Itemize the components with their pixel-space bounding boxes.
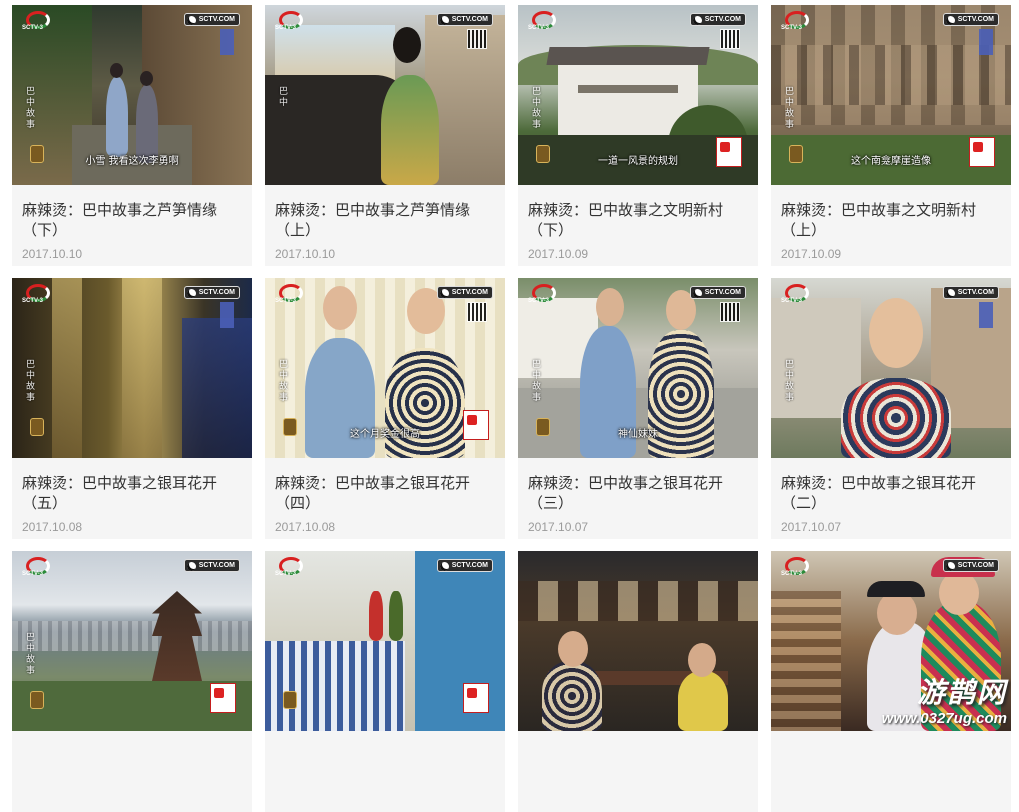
video-thumbnail[interactable]: SCTV-3 SCTV.COM 巴中故事 这个南龛摩崖造像 bbox=[771, 5, 1011, 185]
video-title[interactable]: 麻辣烫：巴中故事之文明新村（下） bbox=[528, 200, 748, 240]
channel-vertical-text: 巴中故事 bbox=[26, 87, 36, 130]
video-title[interactable]: 麻辣烫：巴中故事之银耳花开（二） bbox=[781, 473, 1001, 513]
promo-badge bbox=[210, 683, 236, 713]
sctv-logo: SCTV.COM bbox=[689, 286, 746, 299]
seal-icon bbox=[283, 691, 297, 709]
video-title[interactable]: 麻辣烫：巴中故事之芦笋情缘（下） bbox=[22, 200, 242, 240]
sctv-logo: SCTV.COM bbox=[942, 286, 999, 299]
qr-code-icon bbox=[720, 302, 740, 322]
sctv-logo: SCTV.COM bbox=[436, 13, 493, 26]
channel-vertical-text: 巴中故事 bbox=[532, 87, 542, 130]
video-date: 2017.10.09 bbox=[781, 247, 842, 261]
video-card[interactable]: SCTV-3 SCTV.COM bbox=[265, 551, 505, 812]
video-date: 2017.10.07 bbox=[528, 520, 589, 534]
sctv-logo: SCTV.COM bbox=[436, 286, 493, 299]
side-tag bbox=[220, 29, 234, 55]
side-tag bbox=[979, 302, 993, 328]
video-subtitle: 一道一风景的规划 bbox=[598, 156, 678, 167]
video-thumbnail[interactable]: SCTV-3 SCTV.COM 巴中故事 bbox=[12, 551, 252, 731]
side-tag bbox=[979, 29, 993, 55]
channel-logo: SCTV-3 bbox=[20, 557, 54, 581]
channel-logo: SCTV-3 bbox=[526, 11, 560, 35]
channel-logo: SCTV-3 bbox=[20, 284, 54, 308]
qr-code-icon bbox=[720, 29, 740, 49]
channel-logo: SCTV-3 bbox=[20, 11, 54, 35]
video-subtitle: 这个南龛摩崖造像 bbox=[851, 156, 931, 167]
channel-vertical-text: 巴中故事 bbox=[26, 360, 36, 403]
sctv-logo: SCTV.COM bbox=[689, 13, 746, 26]
video-card[interactable]: SCTV-3 SCTV.COM 巴中故事 bbox=[12, 551, 252, 812]
video-date: 2017.10.10 bbox=[22, 247, 83, 261]
video-thumbnail[interactable]: SCTV-3 SCTV.COM bbox=[265, 551, 505, 731]
seal-icon bbox=[30, 418, 44, 436]
channel-logo: SCTV-3 bbox=[526, 284, 560, 308]
video-thumbnail[interactable]: SCTV-3 SCTV.COM 巴中故事 小雪 我看这次李勇啊 bbox=[12, 5, 252, 185]
video-thumbnail[interactable]: SCTV-3 SCTV.COM 巴中故事 bbox=[771, 278, 1011, 458]
video-card[interactable]: SCTV-3 SCTV.COM 巴中 麻辣烫：巴中故事之芦笋情缘（上） 2017… bbox=[265, 5, 505, 266]
channel-logo: SCTV-3 bbox=[273, 11, 307, 35]
channel-logo: SCTV-3 bbox=[779, 557, 813, 581]
sctv-logo: SCTV.COM bbox=[942, 559, 999, 572]
channel-logo: SCTV-3 bbox=[779, 284, 813, 308]
channel-vertical-text: 巴中故事 bbox=[785, 360, 795, 403]
video-grid: SCTV-3 SCTV.COM 巴中故事 小雪 我看这次李勇啊 麻辣烫：巴中故事… bbox=[12, 5, 1012, 812]
video-card[interactable]: SCTV-3 SCTV.COM 巴中故事 小雪 我看这次李勇啊 麻辣烫：巴中故事… bbox=[12, 5, 252, 266]
qr-code-icon bbox=[467, 29, 487, 49]
video-date: 2017.10.10 bbox=[275, 247, 336, 261]
sctv-logo: SCTV.COM bbox=[942, 13, 999, 26]
video-title[interactable]: 麻辣烫：巴中故事之芦笋情缘（上） bbox=[275, 200, 495, 240]
video-thumbnail[interactable]: SCTV-3 SCTV.COM 巴中故事 一道一风景的规划 bbox=[518, 5, 758, 185]
channel-logo: SCTV-3 bbox=[779, 11, 813, 35]
sctv-logo: SCTV.COM bbox=[183, 13, 240, 26]
video-subtitle: 这个月奖金很高 bbox=[350, 429, 420, 440]
video-card[interactable]: SCTV-3 SCTV.COM 巴中故事 麻辣烫：巴中故事之银耳花开（二） 20… bbox=[771, 278, 1011, 539]
video-card[interactable]: SCTV-3 SCTV.COM 巴中故事 这个南龛摩崖造像 麻辣烫：巴中故事之文… bbox=[771, 5, 1011, 266]
video-subtitle: 小雪 我看这次李勇啊 bbox=[85, 156, 179, 167]
video-date: 2017.10.07 bbox=[781, 520, 842, 534]
video-card[interactable]: SCTV-3 SCTV.COM 巴中故事 麻辣烫：巴中故事之银耳花开（五） 20… bbox=[12, 278, 252, 539]
video-thumbnail[interactable]: SCTV-3 SCTV.COM 巴中故事 神仙妹妹 bbox=[518, 278, 758, 458]
sctv-logo: SCTV.COM bbox=[183, 559, 240, 572]
video-thumbnail[interactable]: SCTV-3 SCTV.COM 巴中故事 这个月奖金很高 bbox=[265, 278, 505, 458]
sctv-logo: SCTV.COM bbox=[183, 286, 240, 299]
channel-vertical-text: 巴中故事 bbox=[26, 633, 36, 676]
video-date: 2017.10.08 bbox=[275, 520, 336, 534]
video-card[interactable]: SCTV-3 SCTV.COM 游鹊网 www.0327ug.com bbox=[771, 551, 1011, 812]
video-title[interactable]: 麻辣烫：巴中故事之银耳花开（三） bbox=[528, 473, 748, 513]
video-thumbnail[interactable]: SCTV-3 SCTV.COM 巴中 bbox=[265, 5, 505, 185]
channel-vertical-text: 巴中故事 bbox=[785, 87, 795, 130]
video-subtitle: 神仙妹妹 bbox=[618, 429, 658, 440]
video-title[interactable]: 麻辣烫：巴中故事之银耳花开（四） bbox=[275, 473, 495, 513]
video-thumbnail[interactable]: SCTV-3 SCTV.COM 巴中故事 bbox=[12, 278, 252, 458]
side-tag bbox=[220, 302, 234, 328]
video-thumbnail[interactable] bbox=[518, 551, 758, 731]
video-title[interactable]: 麻辣烫：巴中故事之银耳花开（五） bbox=[22, 473, 242, 513]
channel-vertical-text: 巴中故事 bbox=[279, 360, 289, 403]
promo-badge bbox=[463, 683, 489, 713]
qr-code-icon bbox=[467, 302, 487, 322]
video-card[interactable]: SCTV-3 SCTV.COM 巴中故事 神仙妹妹 麻辣烫：巴中故事之银耳花开（… bbox=[518, 278, 758, 539]
video-card[interactable]: SCTV-3 SCTV.COM 巴中故事 一道一风景的规划 麻辣烫：巴中故事之文… bbox=[518, 5, 758, 266]
video-card[interactable]: SCTV-3 SCTV.COM 巴中故事 这个月奖金很高 麻辣烫：巴中故事之银耳… bbox=[265, 278, 505, 539]
video-date: 2017.10.09 bbox=[528, 247, 589, 261]
video-title[interactable]: 麻辣烫：巴中故事之文明新村（上） bbox=[781, 200, 1001, 240]
video-date: 2017.10.08 bbox=[22, 520, 83, 534]
seal-icon bbox=[30, 691, 44, 709]
channel-logo: SCTV-3 bbox=[273, 557, 307, 581]
sctv-logo: SCTV.COM bbox=[436, 559, 493, 572]
site-watermark: 游鹊网 bbox=[916, 676, 1007, 709]
video-card[interactable] bbox=[518, 551, 758, 812]
channel-vertical-text: 巴中 bbox=[279, 87, 289, 108]
site-watermark-url: www.0327ug.com bbox=[881, 710, 1007, 727]
video-thumbnail[interactable]: SCTV-3 SCTV.COM 游鹊网 www.0327ug.com bbox=[771, 551, 1011, 731]
channel-vertical-text: 巴中故事 bbox=[532, 360, 542, 403]
channel-logo: SCTV-3 bbox=[273, 284, 307, 308]
